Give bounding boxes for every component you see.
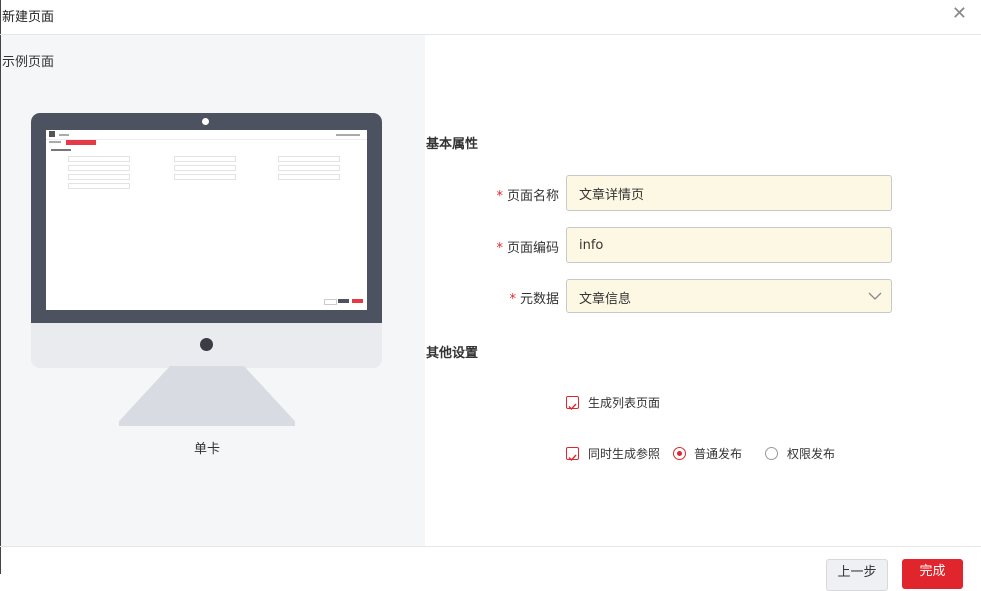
publish-normal-radio[interactable] <box>673 447 686 460</box>
mini-text <box>336 134 360 136</box>
check-icon <box>568 403 577 411</box>
monitor-illustration <box>31 113 382 368</box>
preview-title: 示例页面 <box>2 55 55 70</box>
mini-field <box>68 156 130 162</box>
monitor-stand <box>119 366 295 426</box>
page-name-label: * 页面名称 <box>496 189 559 204</box>
finish-button[interactable]: 完成 <box>902 559 963 589</box>
mini-field <box>174 174 236 180</box>
mini-field <box>174 156 236 162</box>
mini-button <box>352 299 363 303</box>
preview-panel: 示例页面 单卡 <box>1 35 425 547</box>
power-dot <box>200 338 213 351</box>
mini-field <box>278 156 340 162</box>
preview-caption: 单卡 <box>193 442 220 457</box>
mini-field <box>278 174 340 180</box>
chevron-down-icon <box>868 292 882 300</box>
gen-list-label: 生成列表页面 <box>588 396 661 410</box>
gen-ref-checkbox[interactable] <box>566 447 579 462</box>
mini-text <box>59 134 69 136</box>
metadata-label: * 元数据 <box>509 292 559 307</box>
mini-field <box>174 165 236 171</box>
publish-permission-radio[interactable] <box>765 447 778 460</box>
monitor-frame <box>31 113 382 323</box>
camera-dot <box>202 118 209 125</box>
mini-button <box>338 299 349 303</box>
section-basic-title: 基本属性 <box>426 137 479 152</box>
dialog-header: 新建页面 ✕ <box>0 0 981 35</box>
mini-field <box>68 174 130 180</box>
mini-text <box>49 141 61 143</box>
mini-tab-active <box>66 140 96 145</box>
gen-list-checkbox[interactable] <box>566 396 579 411</box>
mini-field <box>68 183 130 189</box>
close-icon[interactable]: ✕ <box>952 4 967 24</box>
page-code-label: * 页面编码 <box>496 241 559 256</box>
monitor-screen <box>46 130 367 310</box>
prev-step-button[interactable]: 上一步 <box>826 559 888 591</box>
page-name-input[interactable] <box>566 175 892 211</box>
mini-field <box>278 165 340 171</box>
mini-topbar <box>46 130 367 140</box>
metadata-select-value: 文章信息 <box>579 292 632 307</box>
metadata-select[interactable]: 文章信息 <box>566 279 892 313</box>
monitor-chin <box>31 323 382 368</box>
page-code-input[interactable] <box>566 227 892 263</box>
gen-ref-label: 同时生成参照 <box>588 447 661 461</box>
dialog-title: 新建页面 <box>2 10 55 25</box>
mini-button <box>324 299 337 305</box>
publish-normal-label: 普通发布 <box>694 447 743 461</box>
mini-text <box>51 149 71 151</box>
section-other-title: 其他设置 <box>426 346 479 361</box>
publish-permission-label: 权限发布 <box>787 447 836 461</box>
check-icon <box>568 454 577 462</box>
mini-field <box>68 165 130 171</box>
mini-logo <box>49 131 55 137</box>
